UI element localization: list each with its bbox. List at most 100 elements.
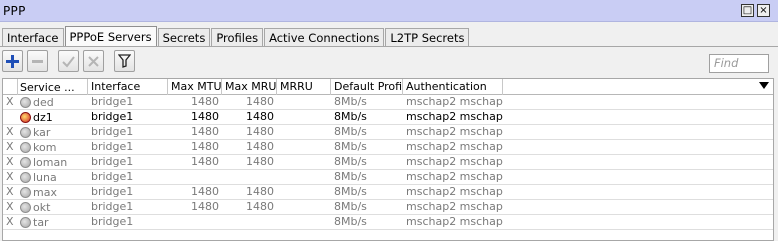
tab-l2tp-secrets[interactable]: L2TP Secrets — [385, 28, 470, 47]
pppoe-server-icon — [20, 187, 31, 198]
row-max-mtu: 1480 — [191, 95, 219, 108]
row-max-mru — [222, 215, 277, 230]
window-title: PPP — [3, 3, 26, 18]
column-mrru[interactable]: MRRU — [277, 79, 331, 95]
column-chooser[interactable] — [503, 79, 773, 94]
tab-profiles[interactable]: Profiles — [211, 28, 264, 47]
remove-icon — [32, 59, 43, 63]
add-icon — [6, 54, 19, 68]
service-name: kom — [33, 140, 57, 154]
row-service: dz1 — [18, 110, 88, 125]
row-interface: bridge1 — [91, 95, 134, 108]
row-authentication: mschap2 mschap1 — [406, 185, 503, 198]
row-default-profile: 8Mb/s — [334, 185, 367, 198]
table-row[interactable]: Xokt bridge1 1480 1480 8Mb/s mschap2 mschap1 — [3, 200, 773, 215]
pppoe-server-icon — [20, 112, 31, 123]
filter-button[interactable] — [114, 50, 135, 72]
row-interface: bridge1 — [91, 185, 134, 198]
service-name: tar — [33, 215, 49, 229]
service-name: max — [33, 185, 57, 199]
row-authentication: mschap2 mschap... — [406, 215, 503, 228]
row-max-mtu: 1480 — [191, 200, 219, 213]
row-flag: X — [6, 185, 14, 198]
row-authentication: mschap2 mschap1 — [406, 95, 503, 108]
row-default-profile: 8Mb/s — [334, 155, 367, 168]
row-max-mru: 1480 — [246, 155, 274, 168]
row-mrru — [277, 95, 331, 110]
row-mrru — [277, 170, 331, 185]
table-row[interactable]: dz1 bridge1 1480 1480 8Mb/s mschap2 mschap1 — [3, 110, 773, 125]
table-row[interactable]: Xkom bridge1 1480 1480 8Mb/s mschap2 mschap1 — [3, 140, 773, 155]
row-filler — [503, 140, 773, 155]
filter-icon — [118, 54, 131, 68]
table-row[interactable]: Xluna bridge1 8Mb/s mschap2 mschap... — [3, 170, 773, 185]
remove-button[interactable] — [27, 50, 48, 72]
pppoe-server-icon — [20, 172, 31, 183]
row-service: luna — [18, 170, 88, 185]
service-name: okt — [33, 200, 51, 214]
pppoe-server-icon — [20, 217, 31, 228]
toolbar — [2, 50, 135, 74]
row-filler — [503, 125, 773, 140]
row-default-profile: 8Mb/s — [334, 215, 367, 228]
row-filler — [503, 155, 773, 170]
row-filler — [503, 95, 773, 110]
row-authentication: mschap2 mschap1 — [406, 110, 503, 123]
row-max-mru: 1480 — [246, 125, 274, 138]
column-flag[interactable] — [3, 79, 18, 95]
chevron-down-icon[interactable] — [759, 82, 769, 89]
table-row[interactable]: Xded bridge1 1480 1480 8Mb/s mschap2 mschap1 — [3, 95, 773, 110]
column-max-mtu[interactable]: Max MTU — [168, 79, 222, 95]
table-row[interactable]: Xloman bridge1 1480 1480 8Mb/s mschap2 mschap… — [3, 155, 773, 170]
tab-active-connections[interactable]: Active Connections — [264, 28, 385, 47]
service-name: ded — [33, 95, 54, 109]
row-filler — [503, 110, 773, 125]
row-mrru — [277, 125, 331, 140]
row-default-profile: 8Mb/s — [334, 140, 367, 153]
tab-interface[interactable]: Interface — [2, 28, 64, 47]
table-header: Service ... Interface Max MTU Max MRU MR… — [3, 79, 773, 95]
tab-pppoe-servers[interactable]: PPPoE Servers — [64, 26, 157, 47]
row-mrru — [277, 110, 331, 125]
service-name: dz1 — [33, 110, 53, 124]
row-flag: X — [6, 170, 14, 183]
row-authentication: mschap2 mschap1 — [406, 125, 503, 138]
table-row[interactable]: Xkar bridge1 1480 1480 8Mb/s mschap2 mschap1 — [3, 125, 773, 140]
disable-button[interactable] — [83, 50, 104, 72]
maximize-icon[interactable]: □ — [741, 4, 754, 17]
row-default-profile: 8Mb/s — [334, 200, 367, 213]
tab-secrets[interactable]: Secrets — [157, 28, 211, 47]
row-interface: bridge1 — [91, 140, 134, 153]
row-interface: bridge1 — [91, 170, 134, 183]
row-mrru — [277, 155, 331, 170]
column-authentication[interactable]: Authentication — [403, 79, 503, 95]
add-button[interactable] — [2, 50, 23, 72]
close-icon[interactable]: × — [757, 4, 770, 17]
service-name: loman — [33, 155, 68, 169]
table-row[interactable]: Xtar bridge1 8Mb/s mschap2 mschap... — [3, 215, 773, 230]
column-interface[interactable]: Interface — [88, 79, 168, 95]
row-filler — [503, 200, 773, 215]
row-flag: X — [6, 215, 14, 228]
title-bar[interactable]: PPP □ × — [0, 0, 778, 22]
row-default-profile: 8Mb/s — [334, 125, 367, 138]
pppoe-server-icon — [20, 127, 31, 138]
row-service: kar — [18, 125, 88, 140]
row-default-profile: 8Mb/s — [334, 110, 367, 123]
column-service[interactable]: Service ... — [18, 79, 88, 95]
enable-button[interactable] — [58, 50, 79, 72]
row-service: tar — [18, 215, 88, 230]
table-body: Xded bridge1 1480 1480 8Mb/s mschap2 mschap1 d… — [3, 95, 773, 230]
pppoe-server-icon — [20, 157, 31, 168]
row-flag: X — [6, 125, 14, 138]
row-authentication: mschap2 mschap1 — [406, 140, 503, 153]
table-row[interactable]: Xmax bridge1 1480 1480 8Mb/s mschap2 mschap1 — [3, 185, 773, 200]
row-mrru — [277, 200, 331, 215]
column-default-profile[interactable]: Default Profile — [331, 79, 403, 95]
row-service: okt — [18, 200, 88, 215]
column-max-mru[interactable]: Max MRU — [222, 79, 277, 95]
disable-icon — [88, 55, 99, 67]
find-input[interactable]: Find — [709, 54, 769, 73]
row-interface: bridge1 — [91, 155, 134, 168]
pppoe-servers-table: Service ... Interface Max MTU Max MRU MR… — [2, 78, 774, 241]
